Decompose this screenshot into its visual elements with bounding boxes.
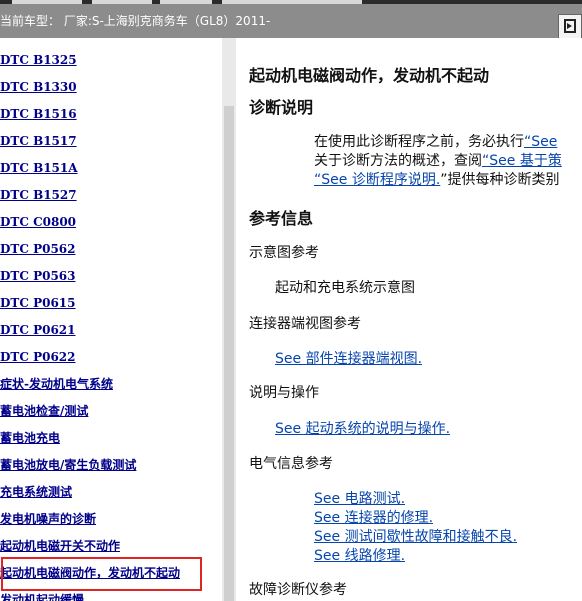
selected-item-highlight (1, 557, 202, 591)
left-pane-scrollbar[interactable] (222, 38, 236, 601)
nav-link-dtc-p0615[interactable]: DTC P0615 (0, 296, 76, 310)
schematic-reference-heading: 示意图参考 (249, 245, 319, 261)
nav-link-dtc-b151a[interactable]: DTC B151A (0, 161, 78, 175)
nav-link-solenoid-inoperative[interactable]: 起动机电磁开关不动作 (0, 539, 120, 553)
nav-link-charging-system-test[interactable]: 充电系统测试 (0, 485, 72, 499)
vehicle-label: 当前车型： 厂家:S-上海别克商务车（GL8）2011- (0, 14, 271, 28)
diag-link-1[interactable]: “See (524, 134, 557, 150)
nav-link-slow-crank[interactable]: 发动机起动缓慢 (0, 593, 84, 601)
electrical-info-heading: 电气信息参考 (249, 456, 333, 472)
scan-tool-reference-heading: 故障诊断仪参考 (249, 582, 347, 598)
scrollbar-thumb[interactable] (224, 106, 234, 601)
nav-link-dtc-p0621[interactable]: DTC P0621 (0, 323, 76, 337)
nav-link-battery-inspection[interactable]: 蓄电池检查/测试 (0, 404, 88, 418)
diag-paragraph-line-2: 关于诊断方法的概述，查阅“See 基于策 (314, 150, 562, 170)
intermittent-conditions-link[interactable]: See 测试间歇性故障和接触不良. (314, 526, 517, 546)
diag-text-1: 在使用此诊断程序之前，务必执行 (314, 134, 524, 150)
nav-link-dtc-b1330[interactable]: DTC B1330 (0, 80, 77, 94)
wiring-repairs-link[interactable]: See 线路修理. (314, 545, 405, 565)
diag-link-3[interactable]: “See 诊断程序说明. (314, 172, 440, 188)
nav-link-dtc-p0563[interactable]: DTC P0563 (0, 269, 76, 283)
reference-info-heading: 参考信息 (249, 209, 314, 228)
circuit-testing-link[interactable]: See 电路测试. (314, 488, 405, 508)
nav-link-dtc-b1527[interactable]: DTC B1527 (0, 188, 77, 202)
connector-repairs-link[interactable]: See 连接器的修理. (314, 507, 433, 527)
exit-arrow-icon (567, 23, 572, 29)
connector-end-view-link[interactable]: See 部件连接器端视图. (275, 348, 422, 368)
description-operation-heading: 说明与操作 (249, 385, 319, 401)
nav-link-dtc-c0800[interactable]: DTC C0800 (0, 215, 76, 229)
nav-link-parasitic-load-test[interactable]: 蓄电池放电/寄生负载测试 (0, 458, 136, 472)
nav-link-dtc-b1325[interactable]: DTC B1325 (0, 53, 77, 67)
diag-link-2[interactable]: “See 基于策 (482, 153, 562, 169)
nav-link-dtc-b1516[interactable]: DTC B1516 (0, 107, 77, 121)
content-pane: 起动机电磁阀动作，发动机不起动 诊断说明 在使用此诊断程序之前，务必执行“See… (236, 38, 582, 601)
diag-paragraph-line-1: 在使用此诊断程序之前，务必执行“See (314, 131, 557, 151)
nav-link-generator-noise[interactable]: 发电机噪声的诊断 (0, 512, 96, 526)
header-exit-button[interactable] (558, 14, 582, 40)
left-nav-pane: DTC B1325 DTC B1330 DTC B1516 DTC B1517 … (0, 38, 222, 601)
page-title: 起动机电磁阀动作，发动机不起动 (249, 66, 490, 85)
nav-link-dtc-p0562[interactable]: DTC P0562 (0, 242, 76, 256)
connector-reference-heading: 连接器端视图参考 (249, 316, 361, 332)
nav-link-dtc-p0622[interactable]: DTC P0622 (0, 350, 76, 364)
diagnostic-description-heading: 诊断说明 (249, 98, 314, 117)
diag-text-2: 关于诊断方法的概述，查阅 (314, 153, 482, 169)
diag-text-3: ”提供每种诊断类别 (440, 172, 560, 188)
schematic-reference-text: 起动和充电系统示意图 (275, 280, 415, 296)
starting-system-description-link[interactable]: See 起动系统的说明与操作. (275, 418, 450, 438)
nav-link-battery-charging[interactable]: 蓄电池充电 (0, 431, 60, 445)
diag-paragraph-line-3: “See 诊断程序说明.”提供每种诊断类别 (314, 169, 560, 189)
vehicle-header-bar: 当前车型： 厂家:S-上海别克商务车（GL8）2011- (0, 4, 582, 40)
nav-link-symptoms-engine-electrical[interactable]: 症状-发动机电气系统 (0, 377, 113, 391)
nav-link-dtc-b1517[interactable]: DTC B1517 (0, 134, 77, 148)
